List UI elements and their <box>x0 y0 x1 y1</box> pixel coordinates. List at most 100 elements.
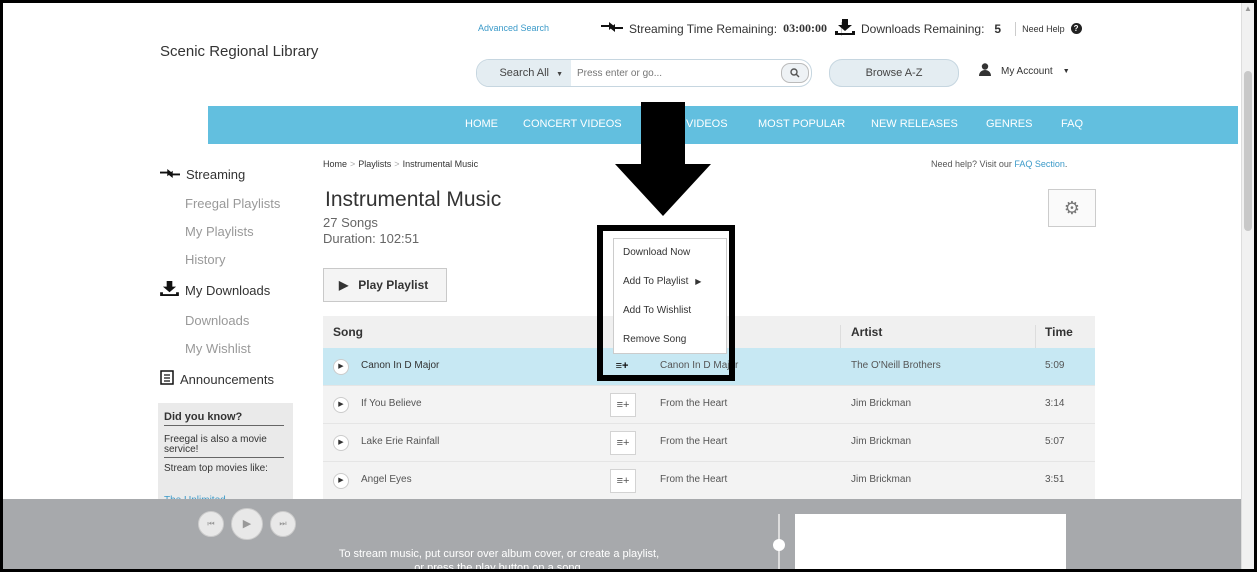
song-title: Canon In D Major <box>361 360 440 371</box>
search-icon[interactable] <box>781 63 809 83</box>
play-icon: ▶ <box>339 278 349 292</box>
sidebar-my-downloads-label: My Downloads <box>185 282 271 298</box>
play-playlist-label: Play Playlist <box>358 278 429 292</box>
album-title[interactable]: From the Heart <box>660 398 727 409</box>
faq-help-prefix: Need help? Visit our <box>931 159 1015 169</box>
play-playlist-button[interactable]: ▶ Play Playlist <box>323 268 447 302</box>
volume-knob[interactable] <box>773 539 785 551</box>
chevron-down-icon: ▼ <box>556 71 563 78</box>
column-time[interactable]: Time <box>1045 325 1073 339</box>
play-icon[interactable]: ▶ <box>333 435 349 451</box>
song-time: 5:07 <box>1045 436 1065 447</box>
downloads-remaining: Downloads Remaining: 5 Need Help ? <box>835 19 1082 38</box>
song-time: 5:09 <box>1045 360 1065 371</box>
downloads-value: 5 <box>994 21 1002 36</box>
song-count: 27 Songs <box>323 215 378 230</box>
browse-a-z-button[interactable]: Browse A-Z <box>829 59 959 87</box>
sidebar-item-my-wishlist[interactable]: My Wishlist <box>185 341 251 356</box>
sidebar-my-downloads[interactable]: My Downloads <box>160 281 270 299</box>
artist-name[interactable]: Jim Brickman <box>851 474 911 485</box>
nav-most-popular[interactable]: MOST POPULAR <box>758 118 845 130</box>
volume-slider[interactable] <box>773 514 785 569</box>
player-message-line: or press the play button on a song. <box>414 562 584 569</box>
song-time: 3:14 <box>1045 398 1065 409</box>
streaming-time-remaining: Streaming Time Remaining: 03:00:00 <box>601 21 843 36</box>
search-scope-select[interactable]: Search All ▼ <box>477 60 571 86</box>
sidebar-item-freegal-playlists[interactable]: Freegal Playlists <box>185 196 280 211</box>
download-icon <box>835 19 855 38</box>
next-icon[interactable]: ⏭ <box>270 511 296 537</box>
page-title: Instrumental Music <box>325 188 502 211</box>
table-row[interactable]: ▶ Lake Erie Rainfall ≡+ From the Heart J… <box>323 424 1095 462</box>
play-icon[interactable]: ▶ <box>333 473 349 489</box>
scroll-up-icon[interactable]: ▲ <box>1242 3 1254 15</box>
user-icon <box>979 63 991 79</box>
sidebar-streaming[interactable]: Streaming <box>160 167 245 182</box>
play-icon[interactable]: ▶ <box>333 359 349 375</box>
add-to-playlist-icon[interactable]: ≡+ <box>610 431 636 455</box>
add-to-playlist-icon[interactable]: ≡+ <box>610 393 636 417</box>
column-song[interactable]: Song <box>333 325 363 339</box>
scrollbar-thumb[interactable] <box>1244 71 1252 231</box>
divider <box>1015 21 1017 36</box>
playlist-duration: Duration: 102:51 <box>323 231 420 246</box>
play-icon[interactable]: ▶ <box>333 397 349 413</box>
breadcrumb: Home > Playlists > Instrumental Music <box>323 159 478 169</box>
my-account-menu[interactable]: My Account ▼ <box>979 63 1070 79</box>
did-you-know-heading: Did you know? <box>164 411 284 426</box>
album-title[interactable]: From the Heart <box>660 474 727 485</box>
nav-faq[interactable]: FAQ <box>1061 118 1083 130</box>
search-bar: Search All ▼ <box>476 59 812 87</box>
song-time: 3:51 <box>1045 474 1065 485</box>
song-title: If You Believe <box>361 398 422 409</box>
breadcrumb-current: Instrumental Music <box>402 159 479 169</box>
downloads-label: Downloads Remaining: <box>861 21 985 36</box>
album-title[interactable]: From the Heart <box>660 436 727 447</box>
nav-new-releases[interactable]: NEW RELEASES <box>871 118 958 130</box>
down-arrow-annotation-icon <box>615 102 711 221</box>
now-playing-panel <box>795 514 1066 569</box>
sidebar-item-history[interactable]: History <box>185 252 225 267</box>
site-title[interactable]: Scenic Regional Library <box>160 43 318 60</box>
sidebar-item-my-playlists[interactable]: My Playlists <box>185 224 254 239</box>
breadcrumb-home[interactable]: Home <box>323 159 347 169</box>
sidebar-item-downloads[interactable]: Downloads <box>185 313 249 328</box>
nav-genres[interactable]: GENRES <box>986 118 1032 130</box>
nav-concert-videos[interactable]: CONCERT VIDEOS <box>523 118 622 130</box>
did-you-know-box: Did you know? Freegal is also a movie se… <box>158 403 293 506</box>
faq-help-text: Need help? Visit our FAQ Section. <box>931 159 1067 169</box>
announcements-icon <box>160 370 174 388</box>
breadcrumb-playlists[interactable]: Playlists <box>358 159 391 169</box>
table-row[interactable]: ▶ If You Believe ≡+ From the Heart Jim B… <box>323 386 1095 424</box>
main-nav: HOME CONCERT VIDEOS C VIDEOS MOST POPULA… <box>208 106 1238 144</box>
breadcrumb-separator: > <box>350 159 356 169</box>
song-title: Angel Eyes <box>361 474 412 485</box>
player-message: To stream music, put cursor over album c… <box>289 547 709 569</box>
streaming-icon <box>601 21 623 36</box>
search-input[interactable] <box>575 60 769 86</box>
artist-name[interactable]: Jim Brickman <box>851 398 911 409</box>
artist-name[interactable]: Jim Brickman <box>851 436 911 447</box>
search-scope-label: Search All <box>499 67 549 79</box>
advanced-search-link[interactable]: Advanced Search <box>478 23 549 33</box>
need-help-link[interactable]: Need Help <box>1022 24 1065 34</box>
streaming-label: Streaming Time Remaining: <box>629 21 778 36</box>
prev-icon[interactable]: ⏮ <box>198 511 224 537</box>
my-account-label: My Account <box>1001 65 1053 77</box>
table-row[interactable]: ▶ Angel Eyes ≡+ From the Heart Jim Brick… <box>323 462 1095 500</box>
gear-icon[interactable]: ⚙ <box>1048 189 1096 227</box>
streaming-value: 03:00:00 <box>783 21 828 35</box>
faq-help-suffix: . <box>1064 159 1068 169</box>
page: Scenic Regional Library Advanced Search … <box>3 3 1242 569</box>
artist-name[interactable]: The O'Neill Brothers <box>851 360 941 371</box>
play-icon[interactable]: ▶ <box>231 508 263 540</box>
add-to-playlist-icon[interactable]: ≡+ <box>610 469 636 493</box>
sidebar-announcements[interactable]: Announcements <box>160 370 274 388</box>
faq-section-link[interactable]: FAQ Section <box>1014 159 1065 169</box>
highlight-box-annotation <box>597 225 735 381</box>
help-icon[interactable]: ? <box>1070 23 1082 34</box>
scrollbar[interactable]: ▲ <box>1241 3 1254 569</box>
nav-home[interactable]: HOME <box>465 118 498 130</box>
column-artist[interactable]: Artist <box>851 325 882 339</box>
streaming-icon <box>160 167 180 182</box>
